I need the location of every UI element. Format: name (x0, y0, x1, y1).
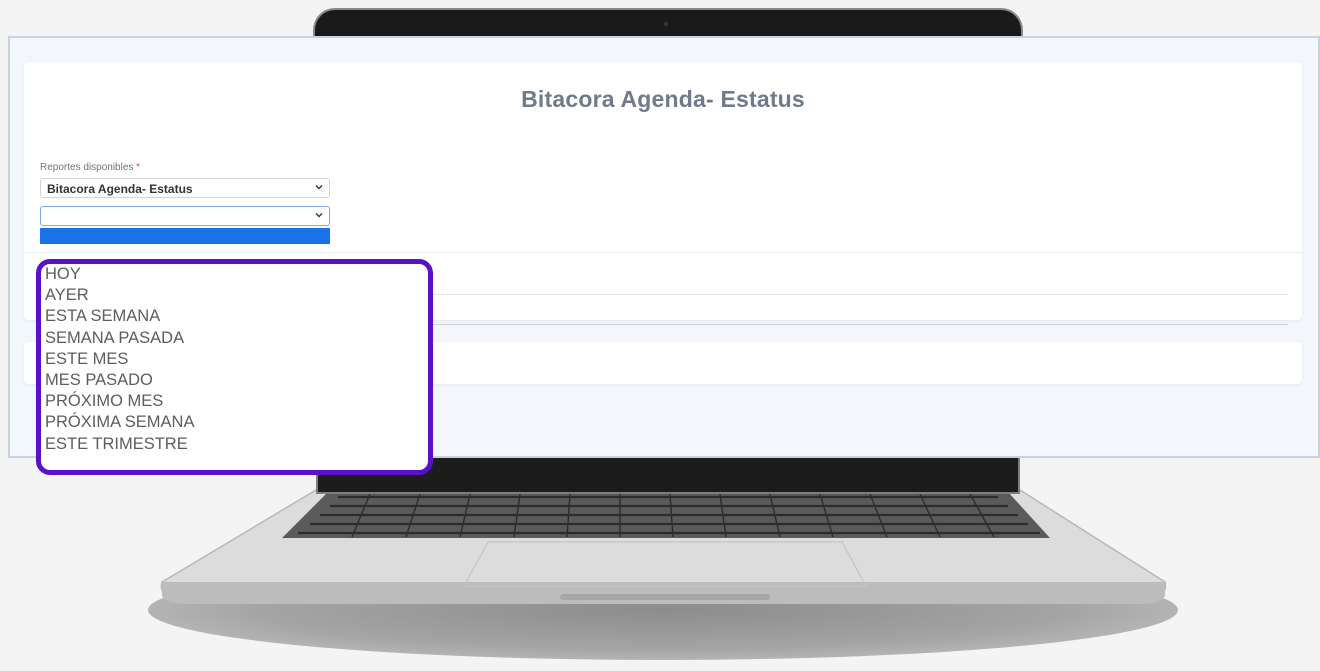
period-select[interactable] (40, 206, 330, 226)
section-divider (24, 252, 1302, 253)
period-option-semana-pasada[interactable]: SEMANA PASADA (41, 328, 428, 349)
page-title: Bitacora Agenda- Estatus (521, 86, 805, 112)
period-option-este-mes[interactable]: ESTE MES (41, 349, 428, 370)
content-divider (414, 324, 1288, 325)
reports-label-text: Reportes disponibles (40, 162, 134, 173)
required-mark: * (136, 162, 141, 173)
period-option-ayer[interactable]: AYER (41, 285, 428, 306)
period-options-dropdown: HOY AYER ESTA SEMANA SEMANA PASADA ESTE … (36, 259, 433, 475)
period-option-hoy[interactable]: HOY (41, 264, 428, 285)
app-window: Bitacora Agenda- Estatus Reportes dispon… (8, 36, 1320, 475)
reports-select-value: Bitacora Agenda- Estatus (47, 182, 193, 196)
camera-icon (664, 22, 668, 26)
dropdown-highlighted-option[interactable] (40, 228, 330, 244)
period-option-mes-pasado[interactable]: MES PASADO (41, 370, 428, 391)
period-option-proxima-semana[interactable]: PRÓXIMA SEMANA (41, 412, 428, 433)
period-option-esta-semana[interactable]: ESTA SEMANA (41, 306, 428, 327)
period-option-este-trimestre[interactable]: ESTE TRIMESTRE (41, 434, 428, 455)
chevron-down-icon (315, 213, 323, 218)
chevron-down-icon (315, 185, 323, 190)
reports-field-label: Reportes disponibles * (40, 162, 140, 173)
content-divider (414, 294, 1288, 295)
period-option-proximo-mes[interactable]: PRÓXIMO MES (41, 391, 428, 412)
reports-select[interactable]: Bitacora Agenda- Estatus (40, 178, 330, 198)
